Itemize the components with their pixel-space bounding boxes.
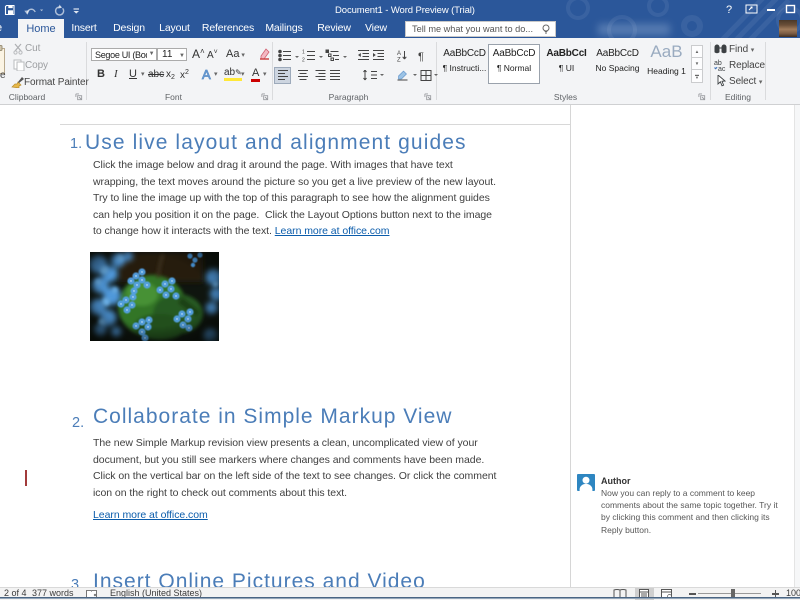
svg-text:1: 1 [302,50,305,56]
svg-text:?: ? [726,4,732,16]
svg-text:¶: ¶ [418,51,424,62]
svg-text:2: 2 [302,58,305,63]
svg-text:Z: Z [397,58,401,63]
svg-text:ac: ac [718,66,726,71]
svg-text:A: A [397,51,401,57]
